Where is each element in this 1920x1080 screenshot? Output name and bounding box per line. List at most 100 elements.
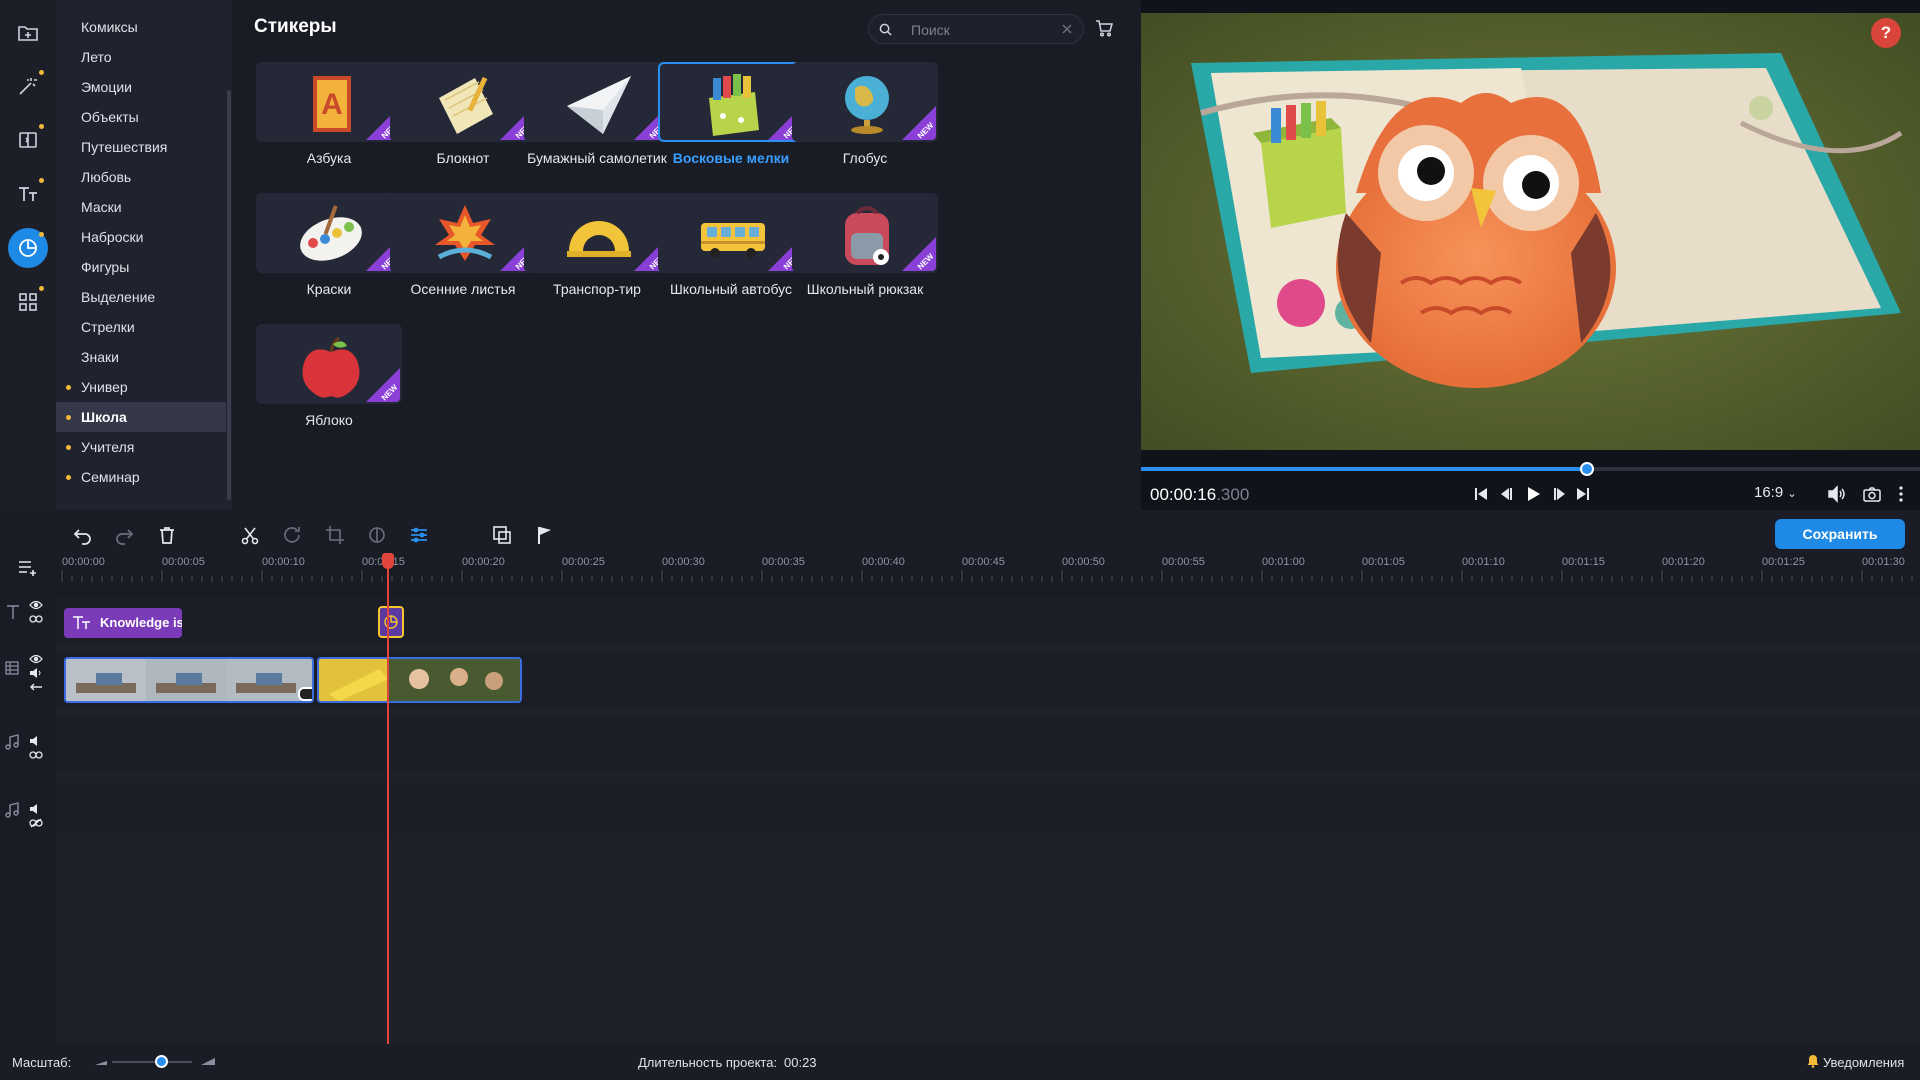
category-item[interactable]: Школа <box>56 402 226 432</box>
speaker-icon[interactable] <box>29 736 43 746</box>
redo-icon[interactable] <box>113 524 135 546</box>
titles-button[interactable] <box>8 174 48 214</box>
category-item[interactable]: Стрелки <box>56 312 226 342</box>
notepad-icon <box>439 76 493 134</box>
sticker-icon <box>19 239 37 257</box>
sticker-clip[interactable] <box>378 606 404 638</box>
category-item[interactable]: Лето <box>56 42 226 72</box>
playhead[interactable] <box>387 560 389 1044</box>
bell-icon[interactable] <box>1806 1054 1820 1068</box>
category-item[interactable]: Эмоции <box>56 72 226 102</box>
sticker-thumbnail[interactable]: NEW <box>524 62 670 142</box>
panel-title: Стикеры <box>254 16 337 37</box>
category-item[interactable]: Маски <box>56 192 226 222</box>
category-scrollbar[interactable] <box>227 90 231 500</box>
more-options-icon[interactable] <box>1891 484 1911 504</box>
sticker-thumbnail[interactable]: NEW <box>658 62 804 142</box>
sticker-thumbnail[interactable]: NEW <box>256 324 402 404</box>
category-item[interactable]: Знаки <box>56 342 226 372</box>
transitions-button[interactable] <box>8 120 48 160</box>
category-item[interactable]: Универ <box>56 372 226 402</box>
skip-to-end-icon[interactable] <box>1573 484 1593 504</box>
more-tools-button[interactable] <box>8 282 48 322</box>
overlay-icon[interactable] <box>491 524 513 546</box>
sticker-thumbnail[interactable]: NEW <box>658 193 804 273</box>
ruler-tick-label: 00:00:50 <box>1062 556 1105 568</box>
new-dot <box>39 286 44 291</box>
link-icon[interactable] <box>29 614 43 624</box>
sticker-thumbnail[interactable]: NEW <box>390 193 536 273</box>
link-icon[interactable] <box>29 750 43 760</box>
clip-properties-icon[interactable] <box>408 524 430 546</box>
notifications-label[interactable]: Уведомления <box>1823 1055 1904 1070</box>
sticker-thumbnail[interactable]: NEW <box>792 193 938 273</box>
color-adjust-icon[interactable] <box>366 524 388 546</box>
category-item[interactable]: Объекты <box>56 102 226 132</box>
title-clip-label: Knowledge is <box>100 615 182 630</box>
video-clip[interactable] <box>317 657 522 703</box>
add-track-icon[interactable] <box>16 556 40 580</box>
category-item[interactable]: Семинар <box>56 462 226 492</box>
category-item[interactable]: Любовь <box>56 162 226 192</box>
delete-icon[interactable] <box>156 524 178 546</box>
category-item[interactable]: Комиксы <box>56 12 226 42</box>
unlink-icon[interactable] <box>29 818 43 828</box>
category-item[interactable]: Путешествия <box>56 132 226 162</box>
transition-marker[interactable] <box>298 687 312 701</box>
clear-search-icon[interactable] <box>1061 23 1073 35</box>
category-item[interactable]: Фигуры <box>56 252 226 282</box>
cart-icon[interactable] <box>1094 18 1114 38</box>
zoom-slider[interactable] <box>112 1061 192 1063</box>
sticker-thumbnail[interactable]: ANEW <box>256 62 402 142</box>
arrow-left-icon[interactable] <box>29 682 43 692</box>
search-input[interactable] <box>911 20 1051 40</box>
import-button[interactable] <box>8 13 48 53</box>
step-forward-icon[interactable] <box>1549 484 1569 504</box>
marker-flag-icon[interactable] <box>533 524 555 546</box>
sticker-tile[interactable]: NEW Яблоко <box>256 324 402 444</box>
video-frame[interactable] <box>1141 13 1920 450</box>
crop-icon[interactable] <box>324 524 346 546</box>
speaker-icon[interactable] <box>29 804 43 814</box>
ruler-tick-label: 00:00:55 <box>1162 556 1205 568</box>
speaker-icon[interactable] <box>29 668 43 678</box>
zoom-in-icon[interactable] <box>200 1055 216 1067</box>
category-label: Наброски <box>81 229 144 245</box>
undo-icon[interactable] <box>72 524 94 546</box>
aspect-ratio-select[interactable]: 16:9 ⌄ <box>1754 484 1797 501</box>
rotate-icon[interactable] <box>281 524 303 546</box>
eye-icon[interactable] <box>29 600 43 610</box>
paint-palette-icon <box>300 205 362 261</box>
video-clip[interactable] <box>64 657 314 703</box>
zoom-out-icon[interactable] <box>94 1057 108 1067</box>
sticker-panel: Стикеры ANEWАзбукаNEWБлокнотNEWБумажный … <box>232 0 1141 510</box>
playback-progress[interactable] <box>1141 462 1920 476</box>
sticker-thumbnail[interactable]: NEW <box>390 62 536 142</box>
preview-image <box>1141 13 1920 450</box>
category-item[interactable]: Наброски <box>56 222 226 252</box>
sticker-tile[interactable]: NEW Глобус <box>792 62 938 182</box>
playhead-handle[interactable] <box>382 553 394 569</box>
stickers-button[interactable] <box>8 228 48 268</box>
play-icon[interactable] <box>1523 484 1543 504</box>
zoom-slider-knob[interactable] <box>155 1055 168 1068</box>
cut-scissors-icon[interactable] <box>239 524 261 546</box>
skip-to-start-icon[interactable] <box>1471 484 1491 504</box>
effects-button[interactable] <box>8 66 48 106</box>
category-item[interactable]: Выделение <box>56 282 226 312</box>
timeline-ruler[interactable]: 00:00:0000:00:0500:00:1000:00:1500:00:20… <box>56 556 1920 582</box>
sticker-thumbnail[interactable]: NEW <box>792 62 938 142</box>
sticker-tile[interactable]: NEW Школьный рюкзак <box>792 193 938 313</box>
save-button[interactable]: Сохранить <box>1775 519 1905 549</box>
step-back-icon[interactable] <box>1497 484 1517 504</box>
eye-icon[interactable] <box>29 654 43 664</box>
sticker-thumbnail[interactable]: NEW <box>524 193 670 273</box>
help-button[interactable]: ? <box>1871 18 1901 48</box>
search-icon <box>879 23 892 36</box>
progress-knob[interactable] <box>1580 462 1595 476</box>
volume-icon[interactable] <box>1826 484 1846 504</box>
title-clip[interactable]: Knowledge is <box>64 608 182 638</box>
sticker-thumbnail[interactable]: NEW <box>256 193 402 273</box>
category-item[interactable]: Учителя <box>56 432 226 462</box>
snapshot-camera-icon[interactable] <box>1862 484 1882 504</box>
